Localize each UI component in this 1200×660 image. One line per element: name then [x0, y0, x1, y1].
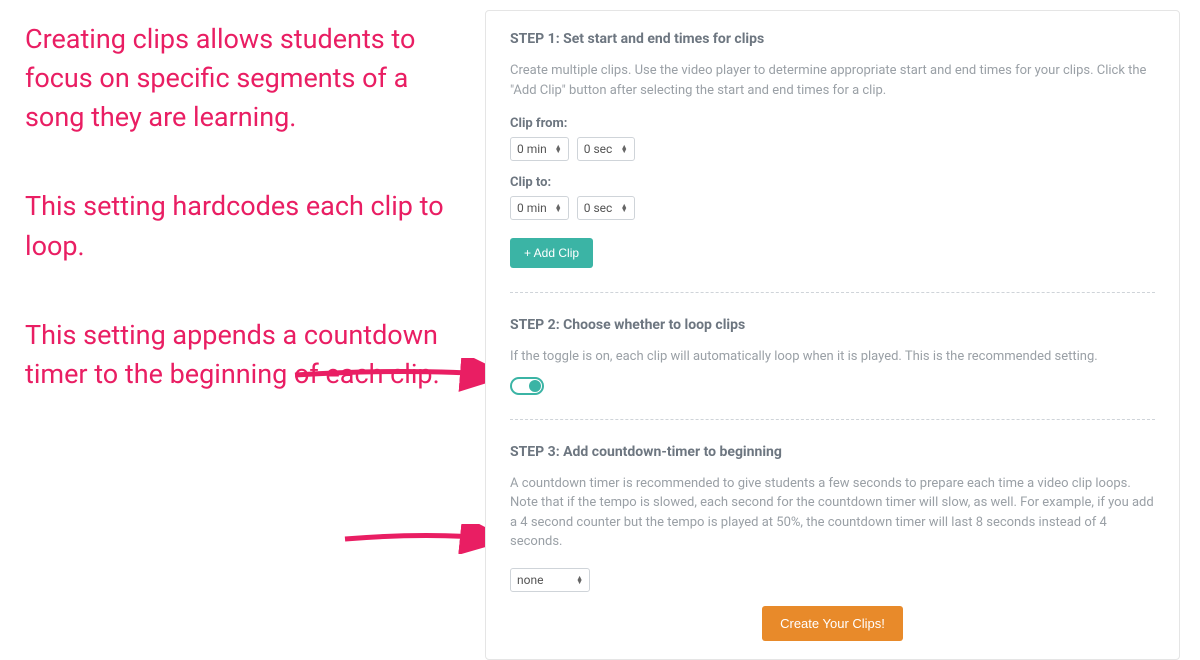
annotation-clips-intro: Creating clips allows students to focus … — [25, 20, 465, 137]
clip-settings-panel: STEP 1: Set start and end times for clip… — [485, 10, 1180, 660]
annotation-countdown-setting: This setting appends a countdown timer t… — [25, 316, 465, 394]
countdown-select-value: none — [517, 573, 543, 587]
clip-from-min-select[interactable]: 0 min ▲▼ — [510, 137, 569, 161]
step-2-section: STEP 2: Choose whether to loop clips If … — [510, 317, 1155, 395]
toggle-knob — [529, 380, 541, 392]
chevron-updown-icon: ▲▼ — [576, 576, 583, 584]
clip-to-sec-value: 0 sec — [584, 201, 613, 215]
step-2-title: STEP 2: Choose whether to loop clips — [510, 317, 1155, 333]
chevron-updown-icon: ▲▼ — [555, 145, 562, 153]
clip-from-label: Clip from: — [510, 116, 1155, 131]
step-3-title: STEP 3: Add countdown-timer to beginning — [510, 444, 1155, 460]
chevron-updown-icon: ▲▼ — [621, 145, 628, 153]
step-1-title: STEP 1: Set start and end times for clip… — [510, 31, 1155, 47]
clip-to-sec-select[interactable]: 0 sec ▲▼ — [577, 196, 635, 220]
step-3-section: STEP 3: Add countdown-timer to beginning… — [510, 444, 1155, 641]
clip-to-min-select[interactable]: 0 min ▲▼ — [510, 196, 569, 220]
clip-to-label: Clip to: — [510, 175, 1155, 190]
chevron-updown-icon: ▲▼ — [621, 204, 628, 212]
countdown-select[interactable]: none ▲▼ — [510, 568, 590, 592]
annotation-column: Creating clips allows students to focus … — [25, 20, 465, 394]
clip-to-row: 0 min ▲▼ 0 sec ▲▼ — [510, 196, 1155, 220]
clip-from-row: 0 min ▲▼ 0 sec ▲▼ — [510, 137, 1155, 161]
divider — [510, 419, 1155, 420]
step-3-description: A countdown timer is recommended to give… — [510, 474, 1155, 552]
clip-from-sec-select[interactable]: 0 sec ▲▼ — [577, 137, 635, 161]
clip-from-sec-value: 0 sec — [584, 142, 613, 156]
divider — [510, 292, 1155, 293]
create-clips-button[interactable]: Create Your Clips! — [762, 606, 903, 641]
chevron-updown-icon: ▲▼ — [555, 204, 562, 212]
clip-to-min-value: 0 min — [517, 201, 547, 215]
annotation-loop-setting: This setting hardcodes each clip to loop… — [25, 187, 465, 265]
step-1-section: STEP 1: Set start and end times for clip… — [510, 31, 1155, 268]
clip-from-min-value: 0 min — [517, 142, 547, 156]
step-1-description: Create multiple clips. Use the video pla… — [510, 61, 1155, 100]
step-2-description: If the toggle is on, each clip will auto… — [510, 347, 1155, 367]
loop-toggle[interactable] — [510, 377, 544, 395]
add-clip-button[interactable]: + Add Clip — [510, 238, 593, 268]
